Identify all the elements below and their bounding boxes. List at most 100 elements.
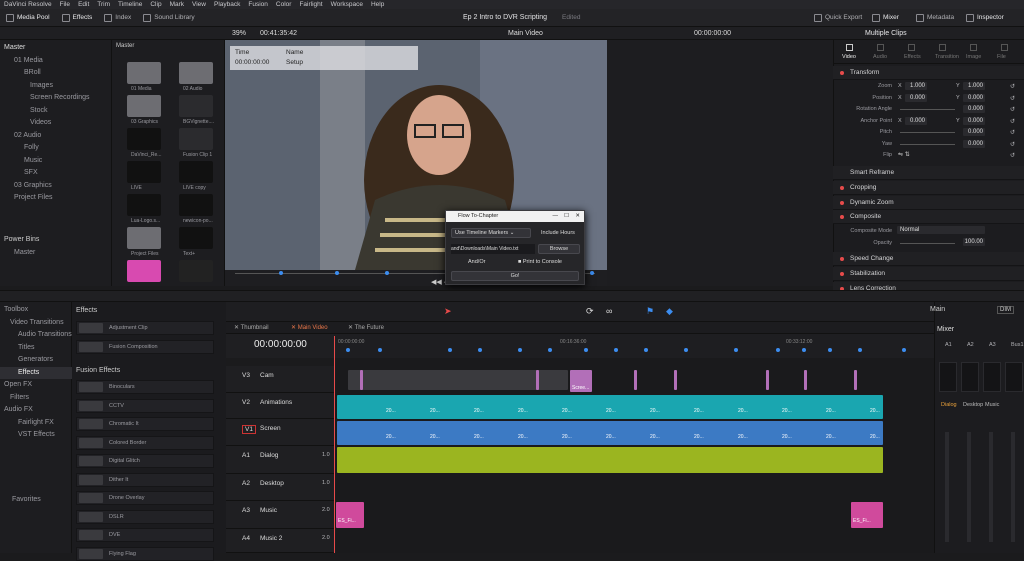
media-thumbnail[interactable] <box>179 128 213 150</box>
video-clip[interactable] <box>674 370 677 390</box>
timeline-marker[interactable] <box>858 348 862 352</box>
selection-tool-icon[interactable]: ➤ <box>444 306 452 317</box>
quick-export-button[interactable]: Quick Export <box>808 9 868 26</box>
marker[interactable] <box>385 271 389 275</box>
param-field[interactable]: 0.000 <box>963 105 985 113</box>
menu-mark[interactable]: Mark <box>170 1 184 8</box>
marker[interactable] <box>279 271 283 275</box>
reset-icon[interactable]: ↺ <box>1010 129 1015 136</box>
inspector-button[interactable]: Inspector <box>960 9 1010 26</box>
toolbox-item[interactable]: Filters <box>0 392 72 405</box>
effect-item[interactable]: Digital Glitch <box>76 454 214 468</box>
menu-view[interactable]: View <box>192 1 206 8</box>
tree-item[interactable]: SFX <box>0 167 112 180</box>
screen-clip[interactable] <box>337 421 883 445</box>
inspector-section[interactable]: Cropping <box>833 181 1024 195</box>
track-id[interactable]: A2 <box>242 480 250 487</box>
marker-source-select[interactable]: Use Timeline Markers ⌄ <box>451 228 531 238</box>
menu-davinci-resolve[interactable]: DaVinci Resolve <box>4 1 52 8</box>
include-hours-checkbox[interactable]: Include Hours <box>541 230 575 236</box>
print-to-console-checkbox[interactable]: ■ Print to Console <box>518 259 562 265</box>
enable-dot[interactable] <box>840 200 844 205</box>
power-bins-master[interactable]: Master <box>14 249 35 256</box>
menu-timeline[interactable]: Timeline <box>118 1 142 8</box>
enable-dot[interactable] <box>840 271 844 276</box>
timeline-marker[interactable] <box>346 348 350 352</box>
effect-item[interactable]: DVE <box>76 528 214 542</box>
param-y-field[interactable]: 0.000 <box>963 93 985 102</box>
maximize-icon[interactable]: ☐ <box>564 211 569 222</box>
tree-item[interactable]: 03 Graphics <box>0 180 112 193</box>
reset-icon[interactable]: ↺ <box>1010 106 1015 113</box>
tree-item[interactable]: Folly <box>0 142 112 155</box>
favorites-label[interactable]: Favorites <box>12 496 41 503</box>
video-clip[interactable] <box>348 370 568 390</box>
timeline-tab[interactable]: ✕ Thumbnail <box>234 324 269 331</box>
and-or-toggle[interactable]: And/Or <box>468 259 485 265</box>
track-id[interactable]: A4 <box>242 535 250 542</box>
inspector-tab-transition[interactable]: Transition <box>935 54 959 60</box>
menu-file[interactable]: File <box>60 1 70 8</box>
toolbox-item[interactable]: VST Effects <box>0 429 72 442</box>
timeline-marker[interactable] <box>518 348 522 352</box>
reset-icon[interactable]: ↺ <box>1010 95 1015 102</box>
opacity-slider[interactable] <box>900 243 955 244</box>
video-clip[interactable] <box>360 370 363 390</box>
inspector-section[interactable]: Smart Reframe <box>833 166 1024 180</box>
effect-item[interactable]: CCTV <box>76 398 214 413</box>
viewer-name[interactable]: Main Video <box>508 30 543 37</box>
media-thumbnail[interactable] <box>179 227 213 249</box>
timeline-ruler[interactable]: 00:00:00:00 00:16:36:00 00:33:12:00 <box>334 334 934 358</box>
timeline-marker[interactable] <box>828 348 832 352</box>
timeline-marker[interactable] <box>684 348 688 352</box>
timeline-marker[interactable] <box>802 348 806 352</box>
video-clip[interactable] <box>804 370 807 390</box>
inspector-section[interactable]: Stabilization <box>833 267 1024 281</box>
reset-icon[interactable]: ↺ <box>1010 118 1015 125</box>
timeline-marker[interactable] <box>614 348 618 352</box>
param-x-field[interactable]: 0.000 <box>905 116 927 125</box>
param-field[interactable]: 0.000 <box>963 128 985 136</box>
timeline-marker[interactable] <box>548 348 552 352</box>
media-thumbnail[interactable] <box>127 260 161 282</box>
reset-icon[interactable]: ↺ <box>1010 83 1015 90</box>
media-thumbnail[interactable] <box>127 227 161 249</box>
tree-item[interactable]: Screen Recordings <box>0 92 112 105</box>
inspector-tab-effects[interactable]: Effects <box>904 54 921 60</box>
effect-item[interactable]: Binoculars <box>76 380 214 394</box>
sound-library-button[interactable]: Sound Library <box>137 9 200 26</box>
inspector-tab-file[interactable]: File <box>997 54 1006 60</box>
metadata-button[interactable]: Metadata <box>910 9 960 26</box>
menu-trim[interactable]: Trim <box>97 1 110 8</box>
enable-dot[interactable] <box>840 256 844 261</box>
toolbox-item[interactable]: Toolbox <box>0 304 72 317</box>
timeline-marker[interactable] <box>378 348 382 352</box>
menu-clip[interactable]: Clip <box>150 1 161 8</box>
effect-item[interactable]: Colored Border <box>76 435 214 450</box>
toolbox-item[interactable]: Titles <box>0 342 72 355</box>
menu-help[interactable]: Help <box>371 1 384 8</box>
media-thumbnail[interactable] <box>179 194 213 216</box>
enable-dot[interactable] <box>840 70 844 75</box>
menu-edit[interactable]: Edit <box>78 1 89 8</box>
toolbox-item[interactable]: Generators <box>0 354 72 367</box>
effect-item[interactable]: Drone Overlay <box>76 491 214 505</box>
media-thumbnail[interactable] <box>127 95 161 117</box>
timeline-marker[interactable] <box>776 348 780 352</box>
toolbox-item[interactable]: Open FX <box>0 379 72 392</box>
effect-item[interactable]: Dither It <box>76 472 214 487</box>
tree-item[interactable]: 01 Media <box>0 55 112 68</box>
tree-item[interactable]: 02 Audio <box>0 130 112 143</box>
timeline-marker[interactable] <box>584 348 588 352</box>
mixer-fader[interactable] <box>989 432 993 542</box>
track-id[interactable]: V3 <box>242 372 250 379</box>
playhead[interactable] <box>334 336 335 553</box>
toolbox-item[interactable]: Audio Transitions <box>0 329 72 342</box>
timeline-marker[interactable] <box>478 348 482 352</box>
mixer-button[interactable]: Mixer <box>866 9 905 26</box>
minimize-icon[interactable]: — <box>553 211 559 222</box>
timeline-tab[interactable]: ✕ The Future <box>348 324 384 331</box>
toolbox-item[interactable]: Video Transitions <box>0 317 72 330</box>
inspector-tab-audio[interactable]: Audio <box>873 54 887 60</box>
media-thumbnail[interactable] <box>127 194 161 216</box>
